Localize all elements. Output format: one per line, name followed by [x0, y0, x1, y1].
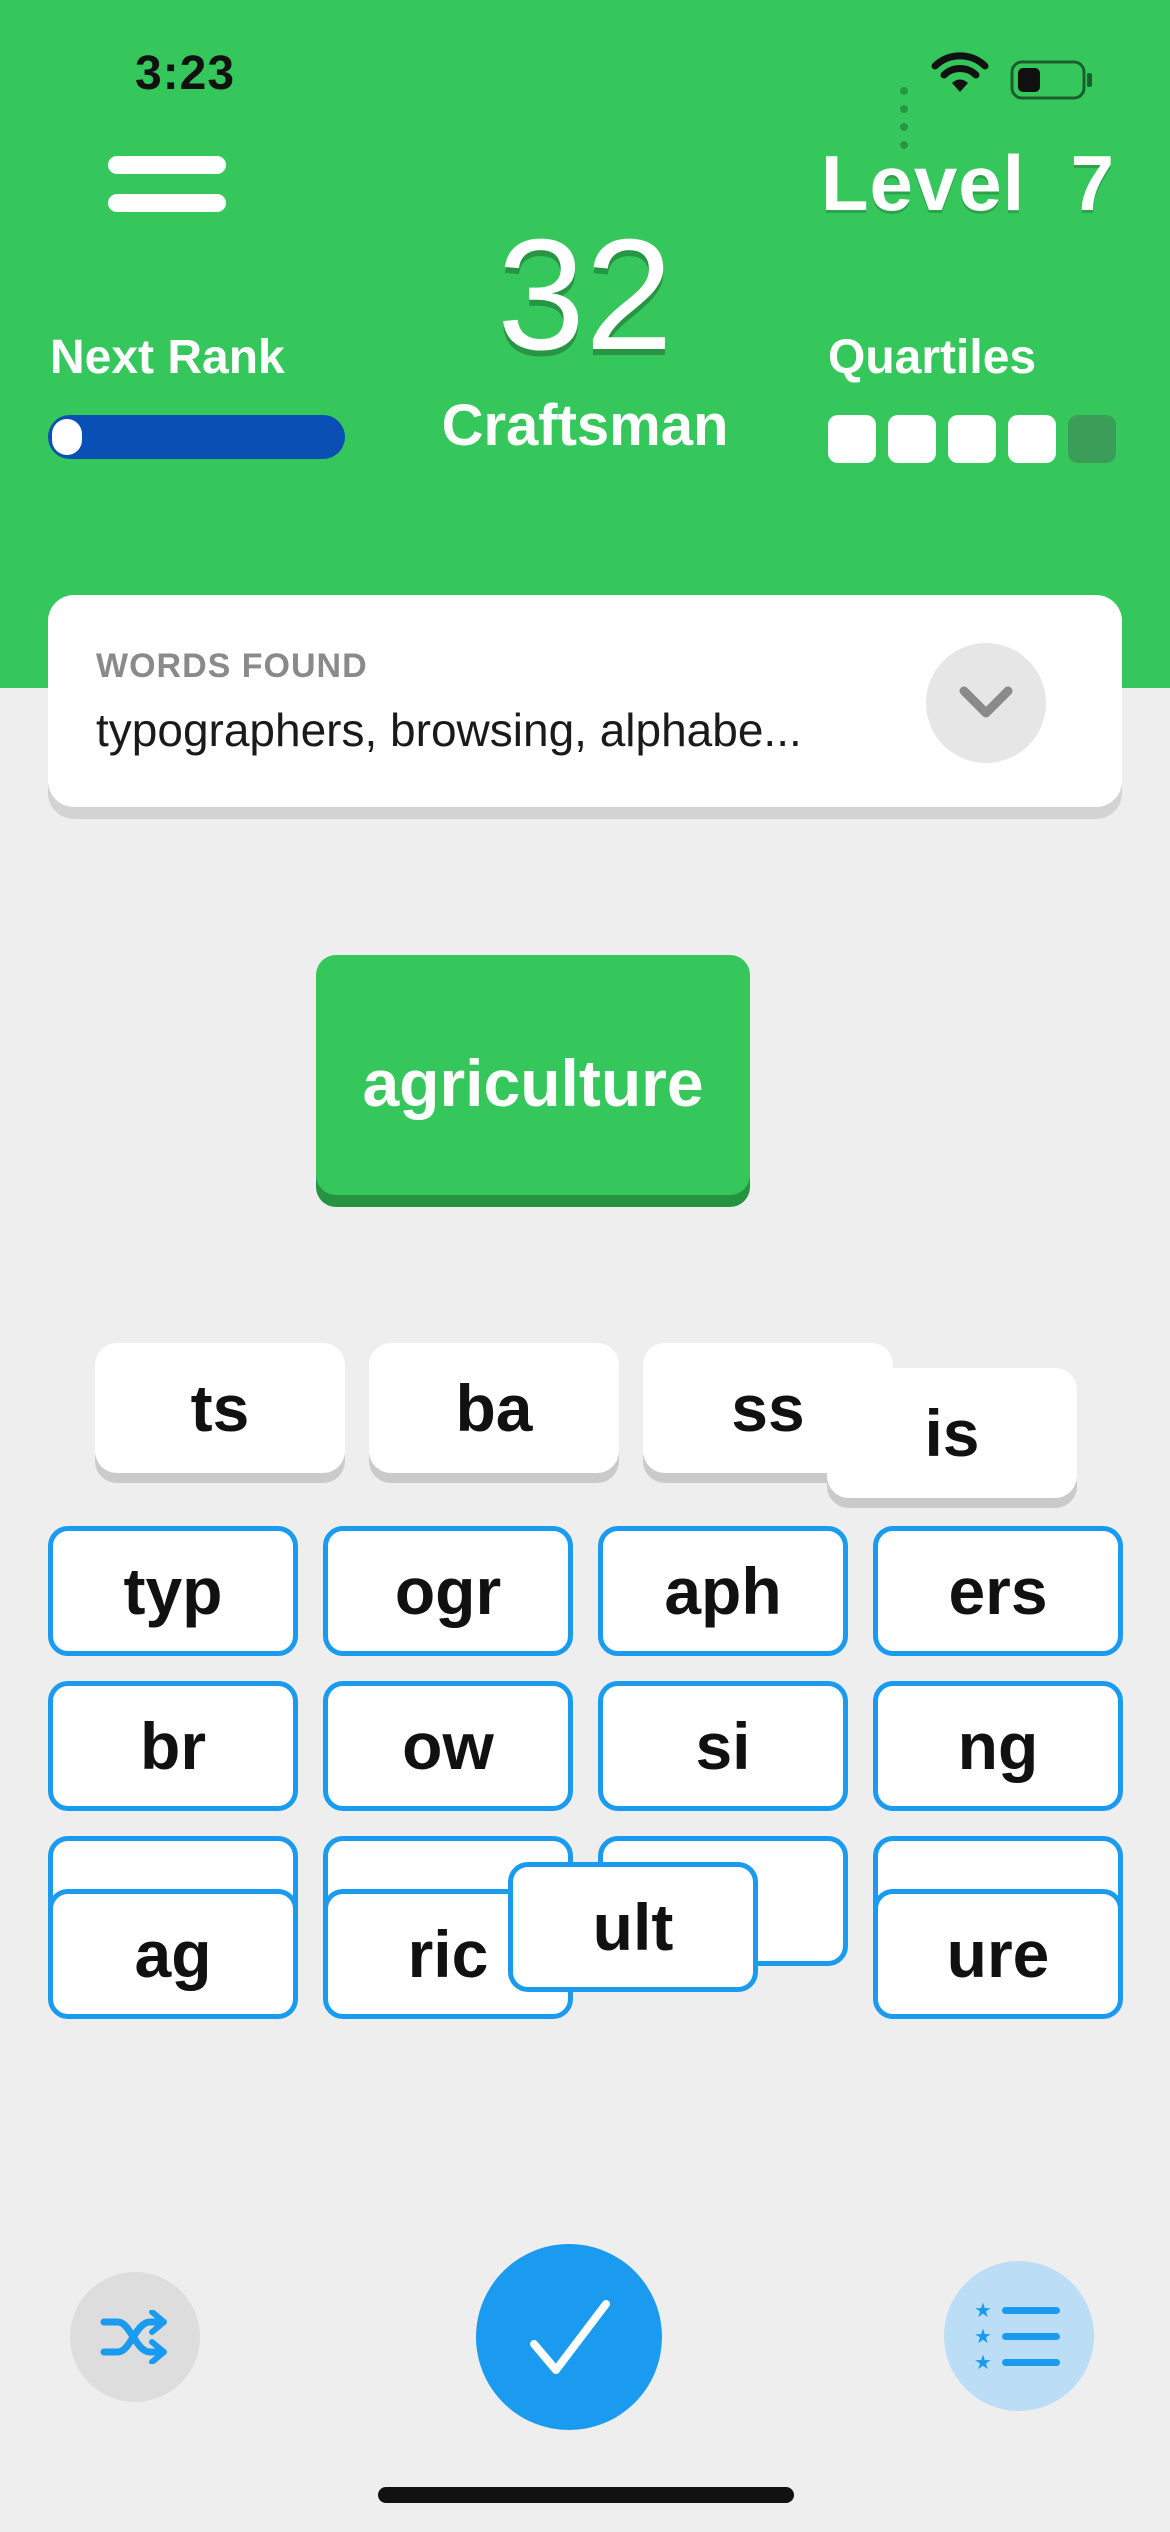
quartile-found: [828, 415, 876, 463]
expand-words-button[interactable]: [926, 643, 1046, 763]
grid-tile[interactable]: ers: [873, 1526, 1123, 1656]
shuffle-icon: [100, 2310, 167, 2364]
quartile-empty: [1068, 415, 1116, 463]
grid-tile[interactable]: ow: [323, 1681, 573, 1811]
quartile-found: [1008, 415, 1056, 463]
quartile-found: [888, 415, 936, 463]
ranked-list-icon: ★ ★ ★: [974, 2299, 1060, 2373]
quartile-found: [948, 415, 996, 463]
status-time: 3:23: [135, 47, 236, 100]
svg-text:★: ★: [974, 2299, 992, 2322]
shuffle-button[interactable]: [70, 2272, 200, 2402]
grid-tile[interactable]: ag: [48, 1889, 298, 2019]
next-rank-progress-bar: [48, 415, 345, 459]
grid-tile[interactable]: aph: [598, 1526, 848, 1656]
wifi-icon: [931, 52, 989, 92]
floating-tile[interactable]: ts: [95, 1343, 345, 1473]
svg-text:★: ★: [974, 2350, 992, 2373]
current-word-tile[interactable]: agriculture: [316, 955, 750, 1195]
home-indicator[interactable]: [378, 2487, 794, 2503]
grid-tile[interactable]: ult: [508, 1862, 758, 1992]
quartiles-label: Quartiles: [828, 331, 1037, 384]
submit-button[interactable]: [476, 2244, 662, 2430]
grid-tile[interactable]: si: [598, 1681, 848, 1811]
progress-fill: [52, 419, 82, 455]
current-word-label: agriculture: [362, 1046, 704, 1120]
floating-tile[interactable]: ba: [369, 1343, 619, 1473]
floating-tile[interactable]: is: [827, 1368, 1077, 1498]
grid-tile[interactable]: br: [48, 1681, 298, 1811]
words-found-list: typographers, browsing, alphabe...: [96, 704, 802, 756]
checkmark-icon: [530, 2300, 610, 2374]
header-bar: 3:23 Level 7 32 Craftsman Next Rank Quar…: [0, 0, 1170, 688]
ranked-list-button[interactable]: ★ ★ ★: [944, 2261, 1094, 2411]
grid-tile[interactable]: ogr: [323, 1526, 573, 1656]
grid-tile[interactable]: typ: [48, 1526, 298, 1656]
svg-text:★: ★: [974, 2324, 992, 2348]
words-found-card[interactable]: WORDS FOUND typographers, browsing, alph…: [48, 595, 1122, 807]
grid-tile[interactable]: ng: [873, 1681, 1123, 1811]
words-found-label: WORDS FOUND: [96, 647, 368, 685]
battery-icon: [1010, 60, 1092, 100]
grid-tile[interactable]: ure: [873, 1889, 1123, 2019]
chevron-down-icon: [959, 686, 1013, 718]
next-rank-label: Next Rank: [50, 331, 285, 384]
